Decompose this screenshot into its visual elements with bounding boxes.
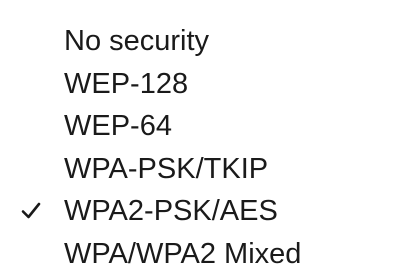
menu-item-label: WPA-PSK/TKIP [64,152,269,185]
menu-item-wpa2-psk-aes[interactable]: WPA2-PSK/AES [0,190,406,233]
security-type-menu: No security WEP-128 WEP-64 WPA-PSK/TKIP … [0,0,406,276]
menu-item-wep-128[interactable]: WEP-128 [0,63,406,106]
menu-item-wep-64[interactable]: WEP-64 [0,105,406,148]
menu-item-no-security[interactable]: No security [0,20,406,63]
menu-item-wpa-wpa2-mixed[interactable]: WPA/WPA2 Mixed [0,233,406,276]
checkmark-icon [14,190,48,233]
menu-item-label: WPA2-PSK/AES [64,195,278,227]
menu-item-label: No security [64,25,210,57]
menu-item-label: WEP-64 [64,110,172,142]
menu-item-label: WEP-128 [64,67,189,100]
security-options-list: No security WEP-128 WEP-64 WPA-PSK/TKIP … [0,20,406,275]
menu-item-wpa-psk-tkip[interactable]: WPA-PSK/TKIP [0,148,406,191]
menu-item-label: WPA/WPA2 Mixed [64,237,302,270]
